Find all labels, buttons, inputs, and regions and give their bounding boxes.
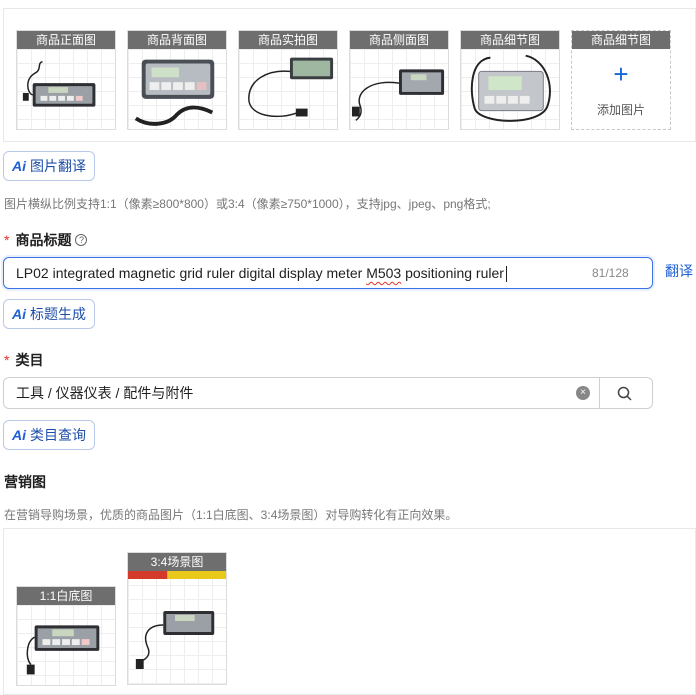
marketing-hint: 在营销导购场景，优质的商品图片（1:1白底图、3:4场景图）对导购转化有正向效果… bbox=[4, 508, 458, 522]
image-translate-label: 图片翻译 bbox=[30, 158, 86, 174]
tile-label: 商品细节图 bbox=[461, 31, 559, 49]
meter-front-image bbox=[17, 49, 115, 129]
product-image-tile[interactable]: 商品实拍图 bbox=[238, 30, 338, 130]
required-mark: * bbox=[4, 232, 10, 248]
plus-icon: + bbox=[613, 59, 629, 89]
text-caret bbox=[505, 266, 507, 283]
marketing-image-tile[interactable]: 1:1白底图 bbox=[16, 586, 116, 686]
ai-icon: Ai bbox=[12, 427, 26, 443]
product-image-tile[interactable]: 商品背面图 bbox=[127, 30, 227, 130]
search-icon bbox=[617, 386, 632, 401]
ai-icon: Ai bbox=[12, 158, 26, 174]
image-format-hint: 图片横纵比例支持1:1（像素≥800*800）或3:4（像素≥750*1000）… bbox=[4, 197, 491, 211]
meter-detail-image bbox=[461, 49, 559, 129]
title-text-part: LP02 integrated magnetic grid ruler digi… bbox=[16, 265, 367, 281]
product-image-tile[interactable]: 商品正面图 bbox=[16, 30, 116, 130]
translate-link[interactable]: 翻译 bbox=[665, 255, 693, 287]
title-label-text: 商品标题 bbox=[15, 232, 72, 248]
category-search-button[interactable] bbox=[600, 377, 653, 409]
title-char-counter: 81/128 bbox=[592, 266, 629, 280]
meter-back-image bbox=[128, 49, 226, 129]
category-label-text: 类目 bbox=[15, 352, 44, 368]
title-generate-label: 标题生成 bbox=[30, 306, 86, 322]
help-icon[interactable]: ? bbox=[75, 234, 88, 246]
tile-label: 商品侧面图 bbox=[350, 31, 448, 49]
tile-label: 1:1白底图 bbox=[17, 587, 115, 605]
tile-label: 商品正面图 bbox=[17, 31, 115, 49]
clear-icon[interactable]: × bbox=[576, 386, 590, 400]
marketing-label: 营销图 bbox=[4, 474, 46, 490]
meter-side-image bbox=[350, 49, 448, 129]
title-input[interactable]: LP02 integrated magnetic grid ruler digi… bbox=[3, 257, 653, 289]
tile-label: 商品细节图 bbox=[572, 31, 670, 49]
add-image-label: 添加图片 bbox=[596, 103, 645, 117]
title-text-spellcheck: M503 bbox=[366, 265, 402, 281]
meter-white-bg-image bbox=[17, 605, 115, 685]
category-select[interactable]: 工具 / 仪器仪表 / 配件与附件 bbox=[3, 377, 600, 409]
tile-label: 商品实拍图 bbox=[239, 31, 337, 49]
add-image-tile[interactable]: 商品细节图 + 添加图片 bbox=[571, 30, 671, 130]
title-field-label: * 商品标题 ? bbox=[4, 230, 88, 250]
category-query-label: 类目查询 bbox=[30, 427, 86, 443]
tile-label: 3:4场景图 bbox=[128, 553, 226, 571]
category-value: 工具 / 仪器仪表 / 配件与附件 bbox=[16, 385, 194, 401]
tile-label: 商品背面图 bbox=[128, 31, 226, 49]
image-translate-button[interactable]: Ai 图片翻译 bbox=[3, 151, 95, 181]
category-field-label: * 类目 bbox=[4, 350, 43, 370]
product-image-tile[interactable]: 商品侧面图 bbox=[349, 30, 449, 130]
category-query-button[interactable]: Ai 类目查询 bbox=[3, 420, 95, 450]
ai-icon: Ai bbox=[12, 306, 26, 322]
required-mark: * bbox=[4, 352, 10, 368]
product-image-tile[interactable]: 商品细节图 bbox=[460, 30, 560, 130]
title-generate-button[interactable]: Ai 标题生成 bbox=[3, 299, 95, 329]
title-text-part: positioning ruler bbox=[401, 265, 504, 281]
meter-scene-image bbox=[128, 571, 226, 684]
marketing-image-tile[interactable]: 3:4场景图 bbox=[127, 552, 227, 685]
meter-real-image bbox=[239, 49, 337, 129]
